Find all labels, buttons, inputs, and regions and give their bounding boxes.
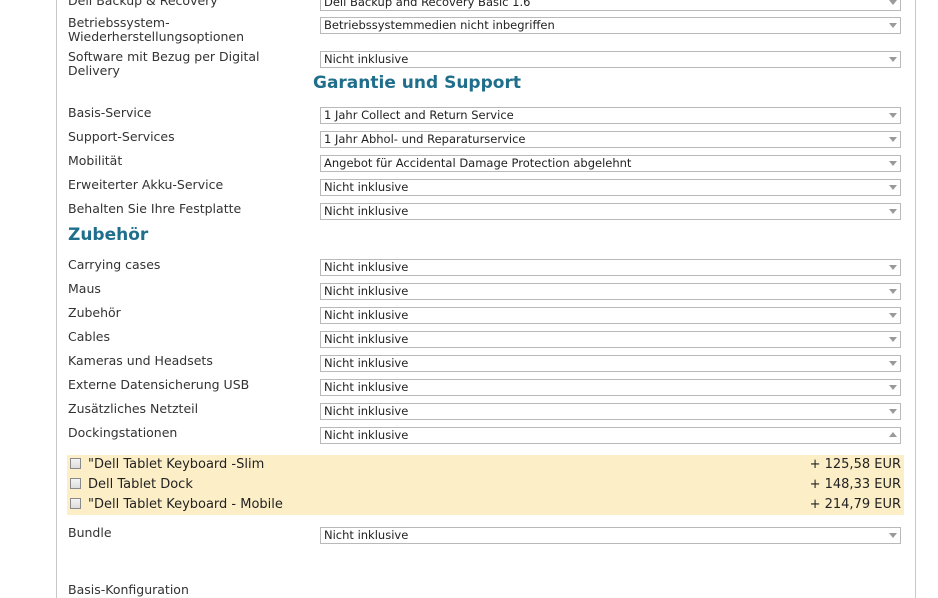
row-label-basis-service: Basis-Service — [68, 105, 152, 120]
row-label-digital-delivery: Software mit Bezug per Digital Delivery — [68, 49, 260, 78]
row-label-festplatte: Behalten Sie Ihre Festplatte — [68, 201, 242, 216]
row-label-usb: Externe Datensicherung USB — [68, 377, 250, 392]
select-value: Nicht inklusive — [324, 260, 409, 274]
option-name: "Dell Tablet Keyboard - Mobile — [88, 497, 283, 512]
select-value: Nicht inklusive — [324, 308, 409, 322]
option-checkbox[interactable] — [70, 458, 81, 469]
select-value: Nicht inklusive — [324, 284, 409, 298]
select-zubehoer[interactable]: Nicht inklusive — [320, 307, 901, 324]
select-value: 1 Jahr Collect and Return Service — [324, 108, 514, 122]
basis-konfiguration-label: Basis-Konfiguration — [68, 582, 189, 597]
docking-option[interactable]: "Dell Tablet Keyboard - Mobile + 214,79 … — [67, 495, 904, 515]
select-support-services[interactable]: 1 Jahr Abhol- und Reparaturservice — [320, 131, 901, 148]
select-digital-delivery[interactable]: Nicht inklusive — [320, 51, 901, 68]
chevron-down-icon — [889, 23, 897, 28]
option-name: Dell Tablet Dock — [88, 477, 193, 492]
chevron-down-icon — [889, 0, 897, 5]
select-mobilitaet[interactable]: Angebot für Accidental Damage Protection… — [320, 155, 901, 172]
select-festplatte[interactable]: Nicht inklusive — [320, 203, 901, 220]
option-price: + 125,58 EUR — [809, 457, 901, 472]
select-carrying-cases[interactable]: Nicht inklusive — [320, 259, 901, 276]
select-value: Nicht inklusive — [324, 380, 409, 394]
docking-options-list: "Dell Tablet Keyboard -Slim + 125,58 EUR… — [67, 455, 904, 515]
section-heading-garantie: Garantie und Support — [313, 73, 521, 93]
select-value: Angebot für Accidental Damage Protection… — [324, 156, 632, 170]
row-label-akku-service: Erweiterter Akku-Service — [68, 177, 224, 192]
chevron-down-icon — [889, 137, 897, 142]
chevron-down-icon — [889, 361, 897, 366]
option-price: + 214,79 EUR — [809, 497, 901, 512]
chevron-down-icon — [889, 289, 897, 294]
select-value: Betriebssystemmedien nicht inbegriffen — [324, 18, 555, 32]
row-label-docking: Dockingstationen — [68, 425, 178, 440]
chevron-down-icon — [889, 409, 897, 414]
select-backup[interactable]: Dell Backup and Recovery Basic 1.6 — [320, 0, 901, 11]
chevron-down-icon — [889, 337, 897, 342]
row-label-zubehoer: Zubehör — [68, 305, 121, 320]
select-akku-service[interactable]: Nicht inklusive — [320, 179, 901, 196]
row-label-bundle: Bundle — [68, 525, 112, 540]
select-value: Nicht inklusive — [324, 180, 409, 194]
section-heading-zubehoer: Zubehör — [68, 225, 149, 245]
select-value: Nicht inklusive — [324, 332, 409, 346]
row-label-netzteil: Zusätzliches Netzteil — [68, 401, 199, 416]
row-label-os-recovery: Betriebssystem- Wiederherstellungsoption… — [68, 15, 245, 44]
option-price: + 148,33 EUR — [809, 477, 901, 492]
select-value: Nicht inklusive — [324, 428, 409, 442]
select-value: Nicht inklusive — [324, 356, 409, 370]
select-docking[interactable]: Nicht inklusive — [320, 427, 901, 444]
chevron-down-icon — [889, 265, 897, 270]
select-netzteil[interactable]: Nicht inklusive — [320, 403, 901, 420]
chevron-up-icon — [889, 432, 897, 437]
select-os-recovery[interactable]: Betriebssystemmedien nicht inbegriffen — [320, 17, 901, 34]
row-label-backup: Dell Backup & Recovery — [68, 0, 218, 8]
select-value: Dell Backup and Recovery Basic 1.6 — [324, 0, 531, 9]
chevron-down-icon — [889, 313, 897, 318]
select-basis-service[interactable]: 1 Jahr Collect and Return Service — [320, 107, 901, 124]
chevron-down-icon — [889, 185, 897, 190]
chevron-down-icon — [889, 385, 897, 390]
chevron-down-icon — [889, 113, 897, 118]
docking-option[interactable]: "Dell Tablet Keyboard -Slim + 125,58 EUR — [67, 455, 904, 475]
select-usb[interactable]: Nicht inklusive — [320, 379, 901, 396]
select-value: Nicht inklusive — [324, 404, 409, 418]
chevron-down-icon — [889, 161, 897, 166]
select-value: 1 Jahr Abhol- und Reparaturservice — [324, 132, 526, 146]
row-label-cables: Cables — [68, 329, 110, 344]
chevron-down-icon — [889, 209, 897, 214]
option-checkbox[interactable] — [70, 478, 81, 489]
option-name: "Dell Tablet Keyboard -Slim — [88, 457, 265, 472]
row-label-maus: Maus — [68, 281, 101, 296]
select-kameras[interactable]: Nicht inklusive — [320, 355, 901, 372]
row-label-support-services: Support-Services — [68, 129, 175, 144]
select-value: Nicht inklusive — [324, 528, 409, 542]
select-cables[interactable]: Nicht inklusive — [320, 331, 901, 348]
chevron-down-icon — [889, 57, 897, 62]
option-checkbox[interactable] — [70, 498, 81, 509]
row-label-mobilitaet: Mobilität — [68, 153, 123, 168]
select-bundle[interactable]: Nicht inklusive — [320, 527, 901, 544]
select-value: Nicht inklusive — [324, 204, 409, 218]
row-label-kameras: Kameras und Headsets — [68, 353, 213, 368]
select-value: Nicht inklusive — [324, 52, 409, 66]
chevron-down-icon — [889, 533, 897, 538]
select-maus[interactable]: Nicht inklusive — [320, 283, 901, 300]
docking-option[interactable]: Dell Tablet Dock + 148,33 EUR — [67, 475, 904, 495]
row-label-carrying-cases: Carrying cases — [68, 257, 161, 272]
